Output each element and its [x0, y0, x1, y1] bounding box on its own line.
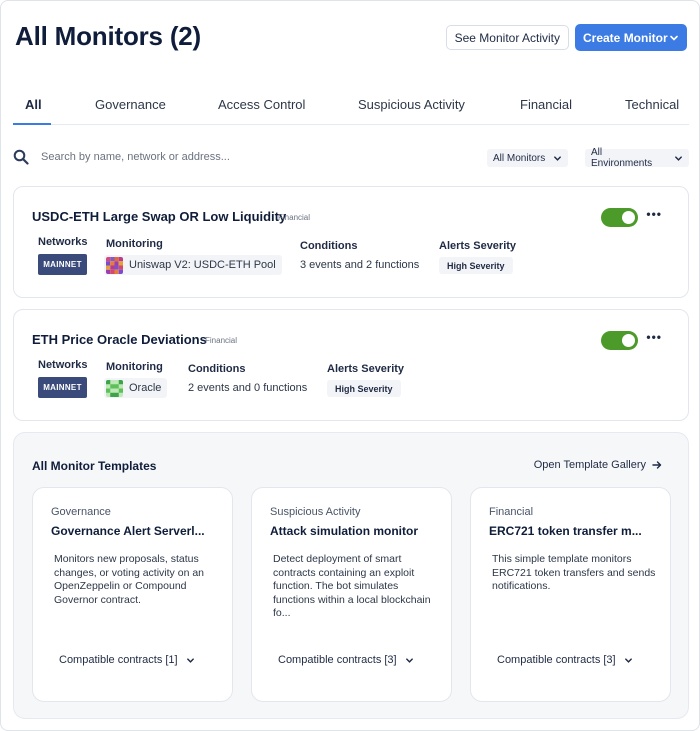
- alerts-severity-label: Alerts Severity: [327, 363, 405, 375]
- monitoring-label: Monitoring: [106, 238, 163, 250]
- compatible-contracts-label: Compatible contracts [3]: [278, 654, 397, 666]
- template-category: Suspicious Activity: [270, 506, 361, 518]
- monitor-enabled-toggle[interactable]: [601, 208, 638, 227]
- template-name: Attack simulation monitor: [270, 524, 419, 538]
- monitor-name[interactable]: USDC-ETH Large Swap OR Low Liquidity: [32, 209, 286, 224]
- page-title: All Monitors (2): [15, 21, 202, 51]
- monitor-category-tag: Financial: [205, 336, 238, 345]
- contract-avatar-icon: [106, 256, 123, 274]
- alerts-severity-label: Alerts Severity: [439, 240, 517, 252]
- create-monitor-button[interactable]: Create Monitor: [575, 24, 687, 51]
- monitor-card[interactable]: ETH Price Oracle Deviations Financial ••…: [13, 309, 689, 421]
- all-environments-filter[interactable]: All Environments: [585, 147, 689, 169]
- compatible-contracts-label: Compatible contracts [1]: [59, 654, 178, 666]
- active-tab-indicator: [13, 123, 51, 125]
- open-template-gallery-label: Open Template Gallery: [533, 459, 646, 471]
- all-environments-filter-label: All Environments: [591, 147, 653, 169]
- template-card[interactable]: Suspicious Activity Attack simulation mo…: [251, 487, 452, 702]
- monitored-contract-name: Uniswap V2: USDC-ETH Pool: [129, 259, 276, 271]
- create-monitor-label: Create Monitor: [583, 30, 668, 45]
- chevron-down-icon: [405, 657, 413, 663]
- monitor-enabled-toggle[interactable]: [601, 331, 638, 350]
- compatible-contracts-dropdown[interactable]: Compatible contracts [1]: [59, 654, 195, 666]
- network-badge: MAINNET: [38, 377, 87, 398]
- tab-suspicious-activity[interactable]: Suspicious Activity: [358, 97, 465, 112]
- conditions-label: Conditions: [300, 240, 358, 252]
- conditions-value: 2 events and 0 functions: [188, 382, 308, 394]
- chevron-down-icon: [675, 155, 682, 161]
- chevron-down-icon: [186, 657, 194, 663]
- compatible-contracts-dropdown[interactable]: Compatible contracts [3]: [497, 654, 633, 666]
- tab-all[interactable]: All: [25, 97, 42, 112]
- template-description: Detect deployment of smart contracts con…: [273, 553, 431, 619]
- conditions-label: Conditions: [188, 363, 246, 375]
- tab-governance[interactable]: Governance: [95, 97, 166, 112]
- monitor-name[interactable]: ETH Price Oracle Deviations: [32, 332, 207, 347]
- severity-badge: High Severity: [327, 380, 401, 397]
- networks-label: Networks: [38, 236, 88, 248]
- tab-technical[interactable]: Technical: [625, 97, 679, 112]
- chevron-down-icon: [554, 155, 562, 161]
- compatible-contracts-dropdown[interactable]: Compatible contracts [3]: [278, 654, 414, 666]
- monitored-contract-name: Oracle: [129, 382, 162, 394]
- tab-access-control[interactable]: Access Control: [218, 97, 305, 112]
- template-category: Governance: [51, 506, 111, 518]
- all-monitors-filter[interactable]: All Monitors: [487, 149, 569, 167]
- arrow-right-icon: [652, 461, 662, 469]
- template-card[interactable]: Financial ERC721 token transfer m... Thi…: [470, 487, 671, 702]
- contract-avatar-icon: [106, 379, 123, 397]
- template-card[interactable]: Governance Governance Alert Serverl... M…: [32, 487, 233, 702]
- more-options-icon[interactable]: •••: [646, 207, 662, 221]
- monitor-templates-panel: All Monitor Templates Open Template Gall…: [13, 432, 689, 719]
- template-name: ERC721 token transfer m...: [489, 524, 642, 538]
- network-badge: MAINNET: [38, 254, 87, 275]
- chevron-down-icon: [624, 657, 632, 663]
- conditions-value: 3 events and 2 functions: [300, 259, 420, 271]
- search-input[interactable]: [41, 146, 461, 168]
- template-category: Financial: [489, 506, 534, 518]
- search-bar: All Monitors All Environments: [13, 146, 689, 170]
- tab-financial[interactable]: Financial: [520, 97, 572, 112]
- compatible-contracts-label: Compatible contracts [3]: [497, 654, 616, 666]
- monitor-card[interactable]: USDC-ETH Large Swap OR Low Liquidity Fin…: [13, 186, 689, 298]
- template-description: This simple template monitors ERC721 tok…: [492, 553, 656, 592]
- all-monitors-filter-label: All Monitors: [493, 152, 546, 164]
- chevron-down-icon: [670, 35, 678, 41]
- monitored-contract-chip[interactable]: Uniswap V2: USDC-ETH Pool: [104, 255, 282, 275]
- severity-badge: High Severity: [439, 257, 513, 274]
- more-options-icon[interactable]: •••: [646, 330, 662, 344]
- search-icon: [13, 149, 29, 165]
- see-monitor-activity-button[interactable]: See Monitor Activity: [445, 25, 569, 50]
- open-template-gallery-link[interactable]: Open Template Gallery: [534, 459, 662, 471]
- monitored-contract-chip[interactable]: Oracle: [104, 378, 168, 398]
- networks-label: Networks: [38, 359, 88, 371]
- template-name: Governance Alert Serverl...: [51, 524, 205, 538]
- templates-title: All Monitor Templates: [32, 459, 157, 473]
- category-tabs: All Governance Access Control Suspicious…: [13, 87, 689, 125]
- app-window: All Monitors (2) See Monitor Activity Cr…: [0, 0, 700, 731]
- page-header: All Monitors (2) See Monitor Activity Cr…: [15, 21, 687, 57]
- template-description: Monitors new proposals, status changes, …: [54, 553, 205, 606]
- monitor-category-tag: Financial: [278, 213, 311, 222]
- monitoring-label: Monitoring: [106, 361, 163, 373]
